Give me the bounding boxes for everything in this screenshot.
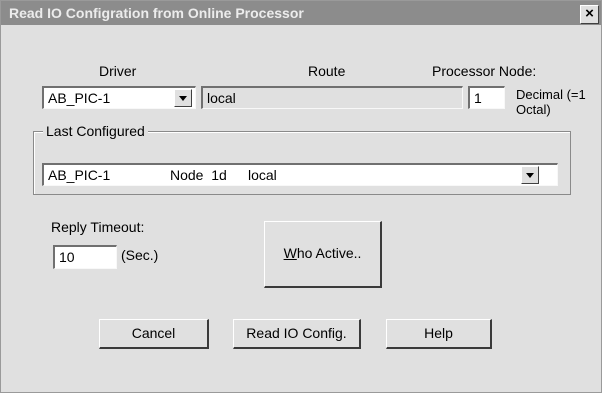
- processor-node-value: 1: [474, 90, 482, 106]
- last-configured-node: Node 1d: [170, 167, 227, 183]
- last-configured-driver: AB_PIC-1: [48, 167, 111, 183]
- who-active-button[interactable]: Who Active..: [264, 221, 382, 288]
- reply-timeout-label: Reply Timeout:: [51, 219, 145, 235]
- read-io-config-button-label: Read IO Config.: [246, 325, 347, 341]
- driver-dropdown-button[interactable]: [174, 89, 192, 107]
- reply-timeout-value: 10: [59, 249, 75, 265]
- read-io-config-button[interactable]: Read IO Config.: [233, 319, 361, 349]
- read-io-config-dialog: Read IO Configration from Online Process…: [0, 0, 602, 393]
- processor-node-note-line2: Octal): [516, 102, 551, 117]
- driver-value: AB_PIC-1: [48, 90, 111, 106]
- reply-timeout-input[interactable]: 10: [53, 245, 117, 269]
- last-configured-label: Last Configured: [43, 123, 148, 139]
- cancel-button[interactable]: Cancel: [99, 319, 209, 349]
- processor-node-note-line1: Decimal (=1: [516, 87, 586, 102]
- route-field: local: [201, 86, 463, 109]
- last-configured-route: local: [248, 167, 277, 183]
- close-button[interactable]: ×: [580, 5, 599, 24]
- processor-node-input[interactable]: 1: [468, 86, 505, 109]
- route-value: local: [207, 90, 236, 106]
- help-button[interactable]: Help: [386, 319, 492, 349]
- chevron-down-icon: [179, 96, 187, 101]
- who-active-mnemonic: W: [283, 245, 297, 261]
- window-title: Read IO Configration from Online Process…: [9, 5, 304, 21]
- help-button-label: Help: [424, 325, 453, 341]
- route-label: Route: [308, 63, 346, 79]
- last-configured-select[interactable]: AB_PIC-1 Node 1d local: [42, 163, 558, 186]
- title-bar[interactable]: Read IO Configration from Online Process…: [1, 1, 601, 25]
- close-icon: ×: [585, 5, 594, 22]
- chevron-down-icon: [526, 173, 534, 178]
- cancel-button-label: Cancel: [131, 325, 176, 341]
- who-active-label: ho Active..: [296, 245, 362, 261]
- driver-select[interactable]: AB_PIC-1: [42, 86, 196, 109]
- processor-node-label: Processor Node:: [432, 63, 537, 79]
- driver-label: Driver: [99, 63, 137, 79]
- reply-timeout-unit: (Sec.): [121, 247, 159, 263]
- last-configured-dropdown-button[interactable]: [521, 166, 539, 184]
